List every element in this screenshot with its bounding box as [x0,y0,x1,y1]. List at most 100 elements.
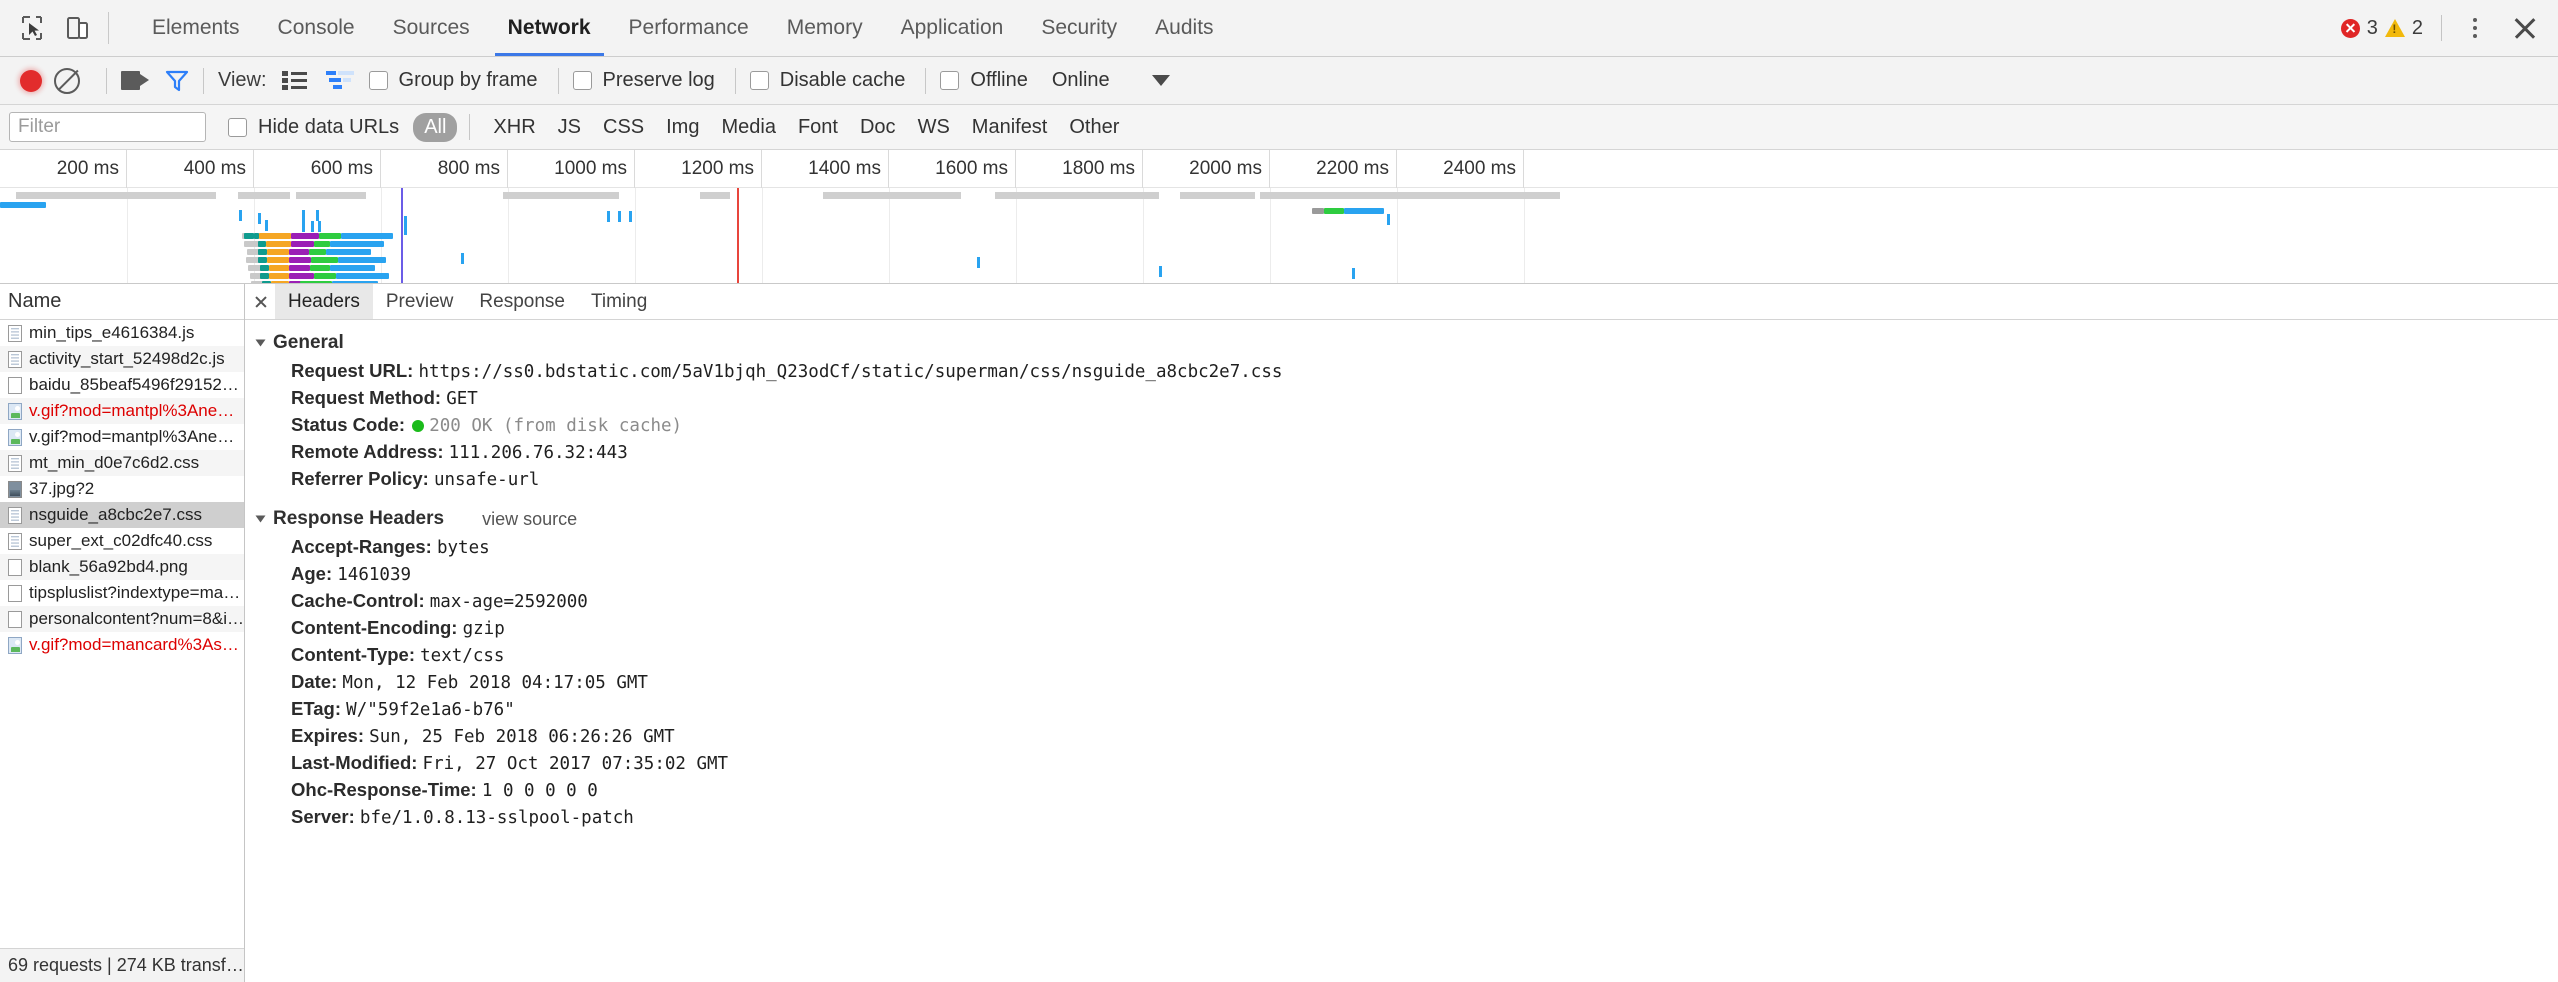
disable-cache-checkbox[interactable]: Disable cache [749,69,906,92]
filter-type-all[interactable]: All [413,112,458,142]
filter-type-other[interactable]: Other [1058,113,1130,142]
table-row[interactable]: v.gif?mod=mantpl%3Anews&… [0,398,244,424]
view-source-link[interactable]: view source [482,509,577,530]
filter-type-img[interactable]: Img [655,113,710,142]
tab-sources[interactable]: Sources [374,0,489,56]
table-row[interactable]: nsguide_a8cbc2e7.css [0,502,244,528]
header-key: Status Code: [291,414,406,435]
tab-preview[interactable]: Preview [373,284,467,319]
checkbox[interactable] [940,71,960,90]
tab-console[interactable]: Console [259,0,374,56]
table-row[interactable]: min_tips_e4616384.js [0,320,244,346]
table-row[interactable]: mt_min_d0e7c6d2.css [0,450,244,476]
tab-timing[interactable]: Timing [578,284,660,319]
general-section-header[interactable]: General [255,332,2558,354]
css-file-icon [8,506,22,524]
filter-type-font[interactable]: Font [787,113,849,142]
header-key: Age: [291,563,333,584]
tab-label: Application [900,16,1004,39]
view-label: View: [218,69,267,91]
table-row[interactable]: personalcontent?num=8&ind… [0,606,244,632]
table-row[interactable]: v.gif?mod=mancard%3Askel… [0,632,244,658]
ruler-tick: 800 ms [381,150,508,188]
view-list-icon[interactable] [281,69,311,93]
error-warning-counts[interactable]: 3 2 [2340,16,2423,40]
filter-type-js[interactable]: JS [547,113,592,142]
checkbox[interactable] [368,71,388,90]
checkbox[interactable] [228,117,247,137]
column-header-name[interactable]: Name [0,284,244,320]
filter-type-doc[interactable]: Doc [849,113,907,142]
request-name: blank_56a92bd4.png [29,557,188,576]
tab-security[interactable]: Security [1022,0,1136,56]
table-row[interactable]: tipspluslist?indextype=manht… [0,580,244,606]
doc-file-icon [8,558,22,576]
inspect-cursor-icon[interactable] [12,8,52,48]
header-value: 1461039 [337,565,412,585]
preserve-log-checkbox[interactable]: Preserve log [572,69,715,92]
doc-file-icon [8,610,22,628]
close-panel-icon[interactable] [245,284,275,319]
response-headers-section-header[interactable]: Response Headers view source [255,508,2558,530]
header-value: Mon, 12 Feb 2018 04:17:05 GMT [342,673,648,693]
photo-file-icon [8,480,22,498]
filter-type-css[interactable]: CSS [592,113,655,142]
filter-type-ws[interactable]: WS [907,113,961,142]
table-row[interactable]: blank_56a92bd4.png [0,554,244,580]
request-name: 37.jpg?2 [29,479,95,498]
image-file-icon [8,636,22,654]
capture-screenshots-icon[interactable] [121,71,149,90]
header-value: gzip [462,619,505,639]
ruler-tick: 200 ms [0,150,127,188]
ruler-tick: 2400 ms [1397,150,1524,188]
table-row[interactable]: activity_start_52498d2c.js [0,346,244,372]
group-by-frame-checkbox[interactable]: Group by frame [368,69,538,92]
request-name: tipspluslist?indextype=manht… [29,583,244,602]
warning-count: 2 [2411,16,2423,39]
filter-type-xhr[interactable]: XHR [482,113,546,142]
tab-headers[interactable]: Headers [275,284,373,319]
tab-performance[interactable]: Performance [610,0,768,56]
table-row[interactable]: baidu_85beaf5496f291521eb… [0,372,244,398]
throttling-select[interactable]: Online [1052,69,1110,92]
chevron-down-icon[interactable] [1151,75,1170,86]
table-row[interactable]: v.gif?mod=mantpl%3Anews&… [0,424,244,450]
header-row: Age: 1461039 [257,561,2558,588]
header-row: Content-Type: text/css [257,642,2558,669]
network-overview[interactable]: 200 ms 400 ms 600 ms 800 ms 1000 ms 1200… [0,150,2558,284]
tab-label: Memory [786,16,863,39]
header-key: Request Method: [291,387,442,408]
tab-elements[interactable]: Elements [133,0,259,56]
tab-audits[interactable]: Audits [1136,0,1232,56]
tab-memory[interactable]: Memory [768,0,882,56]
header-value[interactable]: https://ss0.bdstatic.com/5aV1bjqh_Q23odC… [418,362,1282,382]
kebab-menu-icon[interactable] [2460,18,2490,38]
close-icon[interactable] [2508,11,2542,45]
request-name: nsguide_a8cbc2e7.css [29,505,202,524]
filter-type-manifest[interactable]: Manifest [961,113,1059,142]
network-toolbar: View: Group by frame Preserve log Disabl… [0,57,2558,105]
section-title: Response Headers [273,508,445,529]
filter-input[interactable] [9,112,206,142]
divider [557,67,559,94]
filter-funnel-icon[interactable] [165,70,189,92]
checkbox[interactable] [572,71,592,90]
header-value: 111.206.76.32:443 [448,443,628,463]
hide-data-urls-checkbox[interactable]: Hide data URLs [228,116,399,139]
filter-type-media[interactable]: Media [710,113,786,142]
tab-application[interactable]: Application [882,0,1023,56]
tab-response[interactable]: Response [466,284,578,319]
tab-label: Sources [392,16,470,39]
table-row[interactable]: 37.jpg?2 [0,476,244,502]
request-name: v.gif?mod=mancard%3Askel… [29,635,244,654]
checkbox-label: Disable cache [779,69,906,91]
clear-icon[interactable] [54,67,80,94]
table-row[interactable]: super_ext_c02dfc40.css [0,528,244,554]
checkbox[interactable] [749,71,769,90]
request-name: v.gif?mod=mantpl%3Anews&… [29,401,244,420]
offline-checkbox[interactable]: Offline [940,69,1028,92]
tab-network[interactable]: Network [489,0,610,56]
view-waterfall-icon[interactable] [325,69,355,93]
record-button-icon[interactable] [20,69,42,92]
device-toolbar-icon[interactable] [58,8,98,48]
